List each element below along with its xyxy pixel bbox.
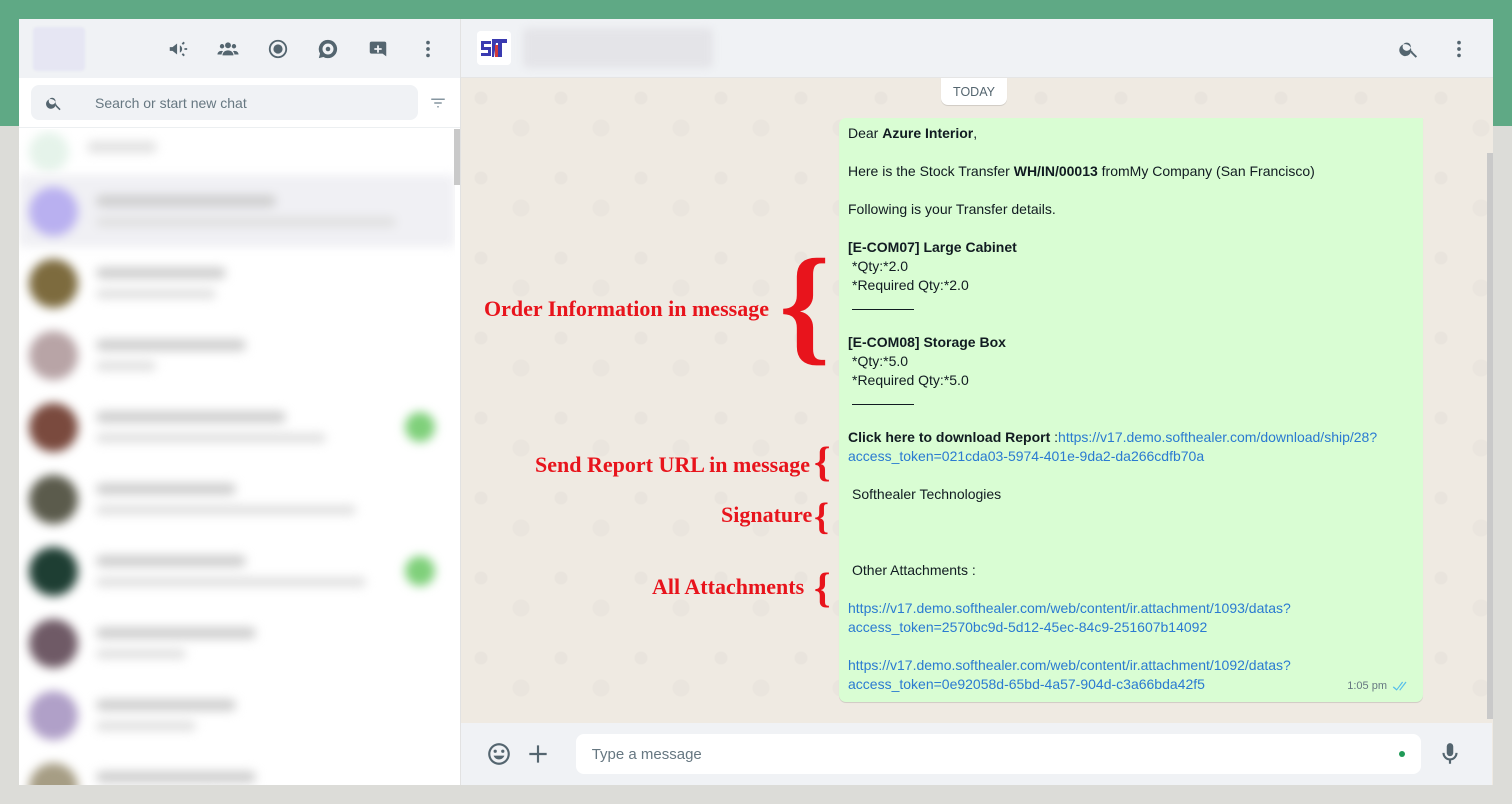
filter-icon[interactable]: [428, 93, 448, 113]
report-url-link-cont[interactable]: access_token=021cda03-5974-401e-9da2-da2…: [848, 448, 1204, 464]
menu-icon[interactable]: [408, 29, 448, 69]
sidebar-header-icons: [158, 19, 448, 78]
channels-icon[interactable]: [308, 29, 348, 69]
search-icon[interactable]: [1389, 29, 1429, 69]
report-url-link[interactable]: https://v17.demo.softhealer.com/download…: [1058, 429, 1377, 445]
conversation-scrollbar[interactable]: [1487, 153, 1493, 719]
annotation-brace-attachments: {: [814, 566, 831, 612]
whatsapp-window: TODAY Order Information in message { Sen…: [19, 19, 1493, 785]
sidebar: [19, 19, 461, 785]
list-item[interactable]: [19, 247, 455, 319]
emoji-icon[interactable]: [481, 736, 516, 772]
conversation-pane: TODAY Order Information in message { Sen…: [461, 19, 1493, 785]
message-time: 1:05 pm: [1347, 680, 1387, 692]
chat-list: [19, 129, 455, 785]
composer: [461, 723, 1492, 785]
sidebar-header: [19, 19, 460, 78]
my-avatar[interactable]: [33, 26, 85, 71]
product-required-qty: *Required Qty:*5.0: [852, 372, 969, 388]
attachment-link: access_token=0e92058d-65bd-4a57-904d-c3a…: [848, 675, 1205, 694]
product-required-qty: *Required Qty:*2.0: [852, 277, 969, 293]
microphone-icon[interactable]: [1433, 736, 1468, 772]
contact-avatar[interactable]: [477, 31, 511, 65]
attachment-link: https://v17.demo.softhealer.com/web/cont…: [848, 599, 1291, 618]
product-name: [E-COM08] Storage Box: [848, 334, 1006, 350]
new-chat-icon[interactable]: [358, 29, 398, 69]
conversation-header: [461, 19, 1493, 78]
list-item[interactable]: [19, 463, 455, 535]
status-icon[interactable]: [258, 29, 298, 69]
message-area: TODAY Order Information in message { Sen…: [461, 78, 1492, 723]
annotation-attachments: All Attachments: [652, 574, 805, 599]
report-url-line2: access_token=021cda03-5974-401e-9da2-da2…: [848, 447, 1204, 466]
attachment-url-link-cont[interactable]: access_token=0e92058d-65bd-4a57-904d-c3a…: [848, 676, 1205, 692]
attachment-link: https://v17.demo.softhealer.com/web/cont…: [848, 656, 1291, 675]
product-qty: *Qty:*2.0: [852, 258, 909, 274]
attach-plus-icon[interactable]: [520, 736, 555, 772]
details-line: Following is your Transfer details.: [848, 201, 1056, 217]
day-separator: TODAY: [941, 78, 1007, 105]
report-line: Click here to download Report :https://v…: [848, 429, 1378, 445]
message-input[interactable]: [591, 745, 1372, 763]
communities-icon[interactable]: [158, 29, 198, 69]
annotation-signature: Signature: [721, 502, 813, 527]
list-item[interactable]: [19, 679, 455, 751]
product-qty: *Qty:*5.0: [852, 353, 909, 369]
status-dot-icon: [1398, 751, 1405, 757]
annotation-brace-signature: {: [814, 496, 829, 538]
annotation-brace-report: {: [814, 440, 831, 486]
list-item[interactable]: [19, 535, 455, 607]
greeting-line: Dear Azure Interior,: [848, 125, 978, 141]
attachments-label: Other Attachments :: [852, 562, 976, 578]
list-item[interactable]: [19, 607, 455, 679]
search-icon: [46, 97, 61, 110]
list-item[interactable]: [19, 319, 455, 391]
search-row: [19, 78, 460, 128]
attachment-link: access_token=2570bc9d-5d12-45ec-84c9-251…: [848, 618, 1207, 637]
search-box[interactable]: [31, 85, 419, 120]
contact-name[interactable]: [523, 28, 713, 68]
sidebar-scrollbar[interactable]: [454, 129, 460, 185]
product-name: [E-COM07] Large Cabinet: [848, 239, 1017, 255]
double-check-icon: [1392, 681, 1407, 691]
list-item[interactable]: [19, 751, 455, 785]
attachment-url-link[interactable]: https://v17.demo.softhealer.com/web/cont…: [848, 600, 1291, 616]
product-separator: [852, 309, 914, 310]
list-item[interactable]: [19, 175, 455, 247]
list-item[interactable]: [19, 391, 455, 463]
people-icon[interactable]: [208, 29, 248, 69]
annotation-order-info: Order Information in message: [484, 296, 769, 321]
attachment-url-link-cont[interactable]: access_token=2570bc9d-5d12-45ec-84c9-251…: [848, 619, 1207, 635]
annotation-brace-order: {: [779, 233, 831, 377]
menu-icon[interactable]: [1439, 29, 1479, 69]
annotation-report-url: Send Report URL in message: [535, 452, 811, 477]
product-separator: [852, 404, 914, 405]
search-input[interactable]: [95, 94, 375, 111]
signature-line: Softhealer Technologies: [852, 486, 1002, 502]
list-item[interactable]: [19, 129, 455, 175]
intro-line: Here is the Stock Transfer WH/IN/00013 f…: [848, 163, 1315, 179]
message-meta: 1:05 pm: [1347, 677, 1407, 696]
conversation-header-icons: [1389, 19, 1479, 78]
attachment-url-link[interactable]: https://v17.demo.softhealer.com/web/cont…: [848, 657, 1291, 673]
softhealer-logo-icon: [477, 31, 511, 65]
outgoing-message[interactable]: Dear Azure Interior, Here is the Stock T…: [839, 118, 1423, 702]
message-box[interactable]: [575, 734, 1421, 774]
